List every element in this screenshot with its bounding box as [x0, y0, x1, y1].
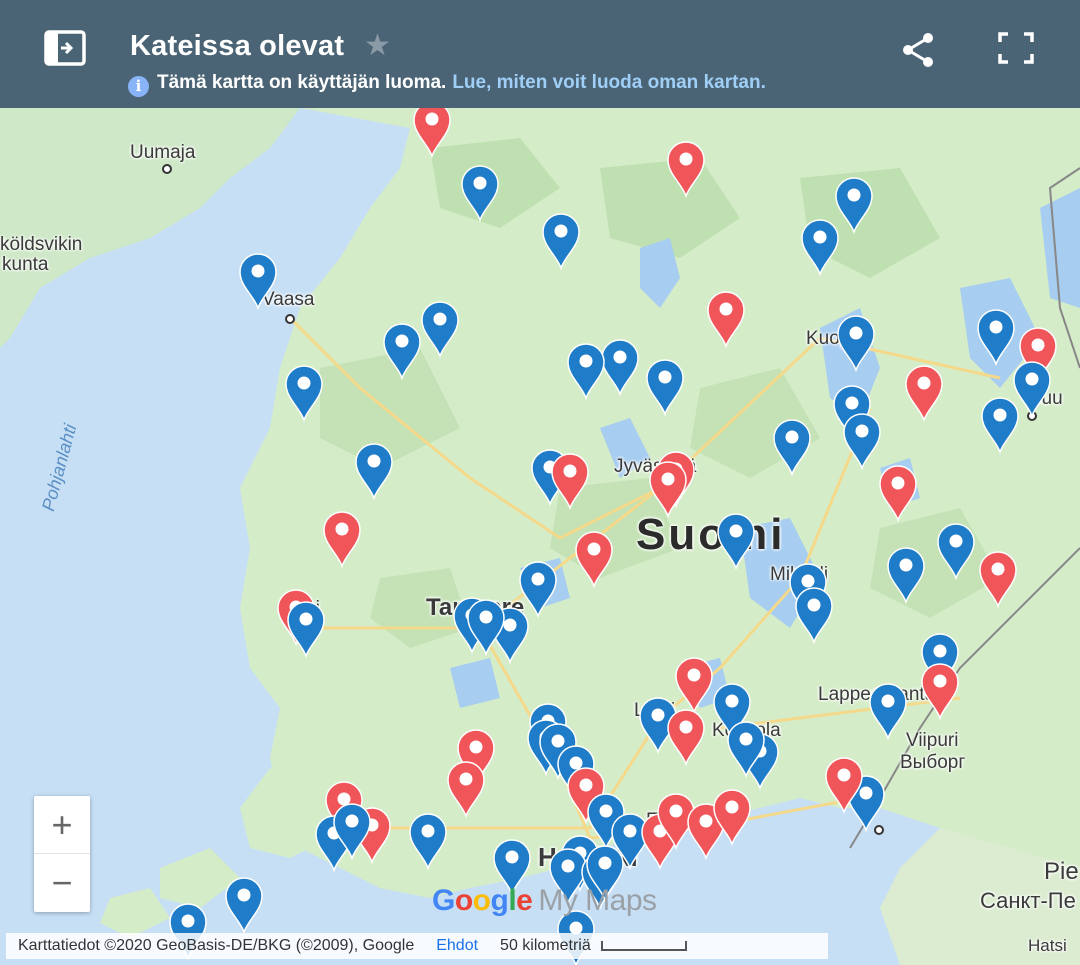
blue-map-pin-icon[interactable]	[282, 362, 326, 422]
blue-map-pin-icon[interactable]	[236, 250, 280, 310]
red-map-pin-icon[interactable]	[572, 528, 616, 588]
subtitle-text: Tämä kartta on käyttäjän luoma.	[157, 72, 447, 93]
red-map-pin-icon[interactable]	[548, 450, 592, 510]
sidebar-toggle-icon[interactable]	[40, 26, 88, 70]
blue-map-pin-icon[interactable]	[222, 874, 266, 934]
red-map-pin-icon[interactable]	[902, 362, 946, 422]
blue-map-pin-icon[interactable]	[418, 298, 462, 358]
blue-map-pin-icon[interactable]	[866, 680, 910, 740]
city-dot-vaasa	[285, 314, 295, 324]
zoom-in-button[interactable]: +	[34, 796, 90, 854]
blue-map-pin-icon[interactable]	[770, 416, 814, 476]
red-map-pin-icon[interactable]	[444, 758, 488, 818]
blue-map-pin-icon[interactable]	[330, 800, 374, 860]
blue-map-pin-icon[interactable]	[714, 510, 758, 570]
map-title: Kateissa olevat	[130, 30, 345, 62]
blue-map-pin-icon[interactable]	[834, 312, 878, 372]
star-icon[interactable]: ★	[364, 28, 391, 63]
blue-map-pin-icon[interactable]	[974, 306, 1018, 366]
blue-map-pin-icon[interactable]	[643, 356, 687, 416]
blue-map-pin-icon[interactable]	[406, 810, 450, 870]
attribution-text: Karttatiedot ©2020 GeoBasis-DE/BKG (©200…	[18, 937, 415, 954]
blue-map-pin-icon[interactable]	[564, 340, 608, 400]
google-my-maps-logo: Google My Maps	[432, 884, 657, 917]
red-map-pin-icon[interactable]	[664, 706, 708, 766]
blue-map-pin-icon[interactable]	[539, 210, 583, 270]
fullscreen-icon[interactable]	[992, 26, 1040, 70]
mymaps-text: My Maps	[538, 884, 657, 917]
red-map-pin-icon[interactable]	[410, 108, 454, 158]
blue-map-pin-icon[interactable]	[840, 410, 884, 470]
red-map-pin-icon[interactable]	[664, 138, 708, 198]
blue-map-pin-icon[interactable]	[352, 440, 396, 500]
blue-map-pin-icon[interactable]	[884, 544, 928, 604]
red-map-pin-icon[interactable]	[710, 786, 754, 846]
blue-map-pin-icon[interactable]	[934, 520, 978, 580]
blue-map-pin-icon[interactable]	[978, 394, 1022, 454]
city-dot-umea	[162, 164, 172, 174]
red-map-pin-icon[interactable]	[646, 458, 690, 518]
learn-more-link[interactable]: Lue, miten voit luoda oman kartan.	[452, 72, 766, 93]
red-map-pin-icon[interactable]	[320, 508, 364, 568]
blue-map-pin-icon[interactable]	[458, 162, 502, 222]
red-map-pin-icon[interactable]	[976, 548, 1020, 608]
blue-map-pin-icon[interactable]	[380, 320, 424, 380]
blue-map-pin-icon[interactable]	[284, 598, 328, 658]
scale-bar	[600, 940, 687, 951]
map-attribution: Karttatiedot ©2020 GeoBasis-DE/BKG (©200…	[6, 933, 828, 959]
zoom-controls: + −	[34, 796, 90, 912]
zoom-out-button[interactable]: −	[34, 854, 90, 911]
blue-map-pin-icon[interactable]	[798, 216, 842, 276]
red-map-pin-icon[interactable]	[704, 288, 748, 348]
blue-map-pin-icon[interactable]	[724, 718, 768, 778]
info-icon: i	[128, 76, 149, 97]
map-subtitle: i Tämä kartta on käyttäjän luoma. Lue, mit…	[128, 72, 766, 97]
red-map-pin-icon[interactable]	[918, 660, 962, 720]
terms-link[interactable]: Ehdot	[436, 937, 478, 954]
blue-map-pin-icon[interactable]	[464, 596, 508, 656]
map-canvas[interactable]: Uumaja köldsvikin kunta Vaasa Kuopio suu…	[0, 108, 1080, 965]
scale-label: 50 kilometriä	[500, 937, 591, 954]
red-map-pin-icon[interactable]	[876, 462, 920, 522]
map-header: Kateissa olevat ★ i Tämä kartta on käyttä…	[0, 0, 1080, 108]
blue-map-pin-icon[interactable]	[792, 584, 836, 644]
share-icon[interactable]	[898, 30, 940, 70]
red-map-pin-icon[interactable]	[822, 754, 866, 814]
